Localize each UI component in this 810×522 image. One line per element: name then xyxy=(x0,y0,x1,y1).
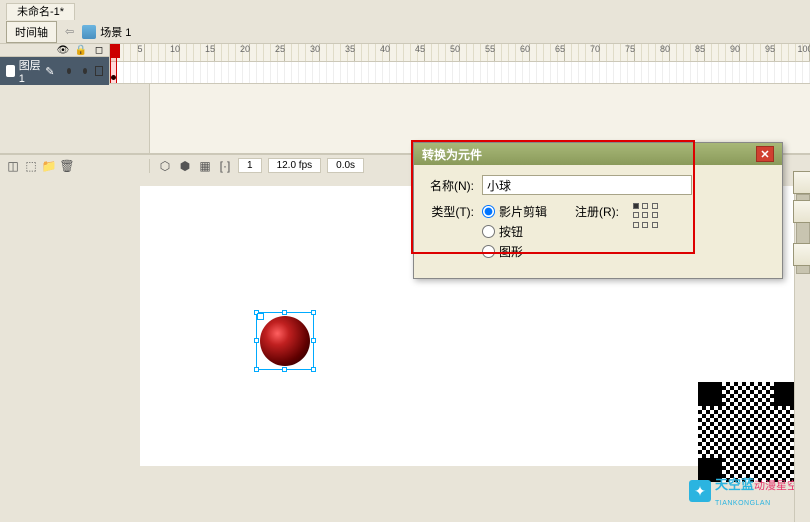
convert-symbol-dialog: 转换为元件 ✕ 名称(N): 类型(T): 影片剪辑 按钮 图形 注册(R): … xyxy=(413,142,783,279)
scene-toolbar: 时间轴 ⇦ 场景 1 xyxy=(0,20,810,44)
current-frame: 1 xyxy=(238,158,262,173)
visibility-dot[interactable] xyxy=(67,68,71,74)
frame-ruler[interactable]: 1510152025303540455055606570758085909510… xyxy=(110,44,810,62)
onion-icon[interactable]: ⬡ xyxy=(158,159,172,173)
registration-grid[interactable] xyxy=(633,203,659,229)
radio-button[interactable]: 按钮 xyxy=(482,223,547,240)
frame-track[interactable] xyxy=(110,62,810,83)
add-folder-icon[interactable]: 📁 xyxy=(42,159,56,173)
layer-controls: 👁 🔒 ◻ 图层 1 ✎ xyxy=(0,44,110,83)
layer-header: 👁 🔒 ◻ xyxy=(0,44,109,57)
radio-graphic[interactable]: 图形 xyxy=(482,243,547,260)
dialog-titlebar[interactable]: 转换为元件 ✕ xyxy=(414,143,782,165)
advanced-button[interactable]: 高级 xyxy=(793,243,810,266)
dialog-title-text: 转换为元件 xyxy=(422,146,482,163)
lock-icon[interactable]: 🔒 xyxy=(75,44,87,56)
close-icon[interactable]: ✕ xyxy=(756,146,774,162)
frames-area[interactable]: 1510152025303540455055606570758085909510… xyxy=(110,44,810,83)
pencil-icon: ✎ xyxy=(45,65,54,77)
timeline-button[interactable]: 时间轴 xyxy=(6,21,57,43)
layer-type-icon xyxy=(6,65,15,77)
delete-layer-icon[interactable]: 🗑 xyxy=(60,159,74,173)
qr-watermark xyxy=(698,382,798,482)
document-tab-bar: 未命名-1* xyxy=(0,0,810,20)
name-input[interactable] xyxy=(482,175,692,195)
scene-icon xyxy=(82,25,96,39)
layer-name: 图层 1 xyxy=(19,57,42,85)
add-layer-icon[interactable]: ◫ xyxy=(6,159,20,173)
marker-icon[interactable]: [·] xyxy=(218,159,232,173)
layer-row[interactable]: 图层 1 ✎ xyxy=(0,57,109,85)
dialog-buttons: 确定 取消 高级 xyxy=(793,171,810,266)
name-label: 名称(N): xyxy=(426,177,474,194)
timeline-panel: 👁 🔒 ◻ 图层 1 ✎ 151015202530354045505560657… xyxy=(0,44,810,84)
watermark-text: ✦ 天空蓝动漫星空 TIANKONGLAN xyxy=(689,474,798,508)
type-label: 类型(T): xyxy=(426,203,474,220)
ok-button[interactable]: 确定 xyxy=(793,171,810,194)
cancel-button[interactable]: 取消 xyxy=(793,200,810,223)
add-motion-icon[interactable]: ⬚ xyxy=(24,159,38,173)
registration-label: 注册(R): xyxy=(575,203,619,220)
radio-movieclip[interactable]: 影片剪辑 xyxy=(482,203,547,220)
playhead[interactable] xyxy=(110,44,117,83)
fps-display: 12.0 fps xyxy=(268,158,322,173)
scene-label[interactable]: 场景 1 xyxy=(100,24,131,40)
onion-outline-icon[interactable]: ⬢ xyxy=(178,159,192,173)
outline-box[interactable] xyxy=(95,66,103,76)
edit-multi-icon[interactable]: ▦ xyxy=(198,159,212,173)
visibility-icon[interactable]: 👁 xyxy=(57,44,69,56)
document-tab[interactable]: 未命名-1* xyxy=(6,3,75,20)
outline-icon[interactable]: ◻ xyxy=(93,44,105,56)
lock-dot[interactable] xyxy=(83,68,87,74)
watermark-logo-icon: ✦ xyxy=(689,480,711,502)
selection-bounds xyxy=(256,312,314,370)
back-arrow-icon[interactable]: ⇦ xyxy=(61,25,78,38)
time-display: 0.0s xyxy=(327,158,364,173)
type-radio-group: 影片剪辑 按钮 图形 xyxy=(482,203,547,260)
